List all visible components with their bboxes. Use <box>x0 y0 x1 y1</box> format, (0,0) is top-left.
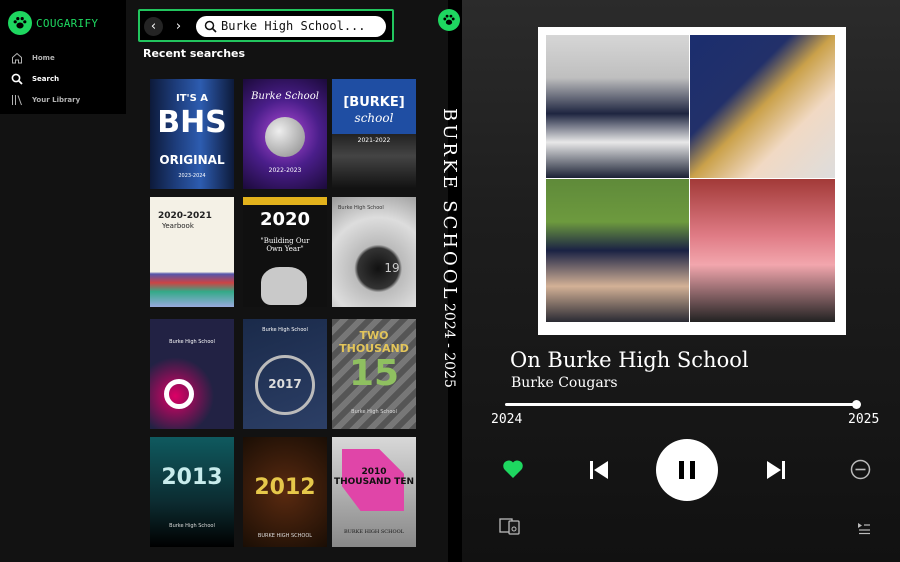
cover-line: 2013 <box>161 465 223 490</box>
cover-line: 15 <box>348 353 400 394</box>
cover-line: 2010 THOUSAND TEN <box>333 467 415 487</box>
chevron-left-icon: ‹ <box>150 19 157 34</box>
search-icon <box>204 20 217 33</box>
queue-icon <box>858 523 870 535</box>
cover-year: Burke High School <box>169 523 215 529</box>
search-input[interactable]: Burke High School... <box>196 16 386 37</box>
app-name: COUGARIFY <box>36 16 99 30</box>
logo-graphic <box>164 379 194 409</box>
search-bar: ‹ › Burke High School... <box>138 9 394 42</box>
cover-line: TWO THOUSAND <box>339 329 409 355</box>
cover-year: 2023-2024 <box>178 173 206 179</box>
artist-name[interactable]: Burke Cougars <box>511 375 618 391</box>
yearbook-cover-2010[interactable]: 2010 THOUSAND TEN BURKE HIGH SCHOOL <box>332 437 416 547</box>
cover-year: 2022-2023 <box>268 167 302 174</box>
yearbook-cover-2018[interactable]: Burke High School <box>150 319 234 429</box>
next-icon <box>767 461 785 479</box>
yearbook-cover-2020[interactable]: 2020 "Building Our Own Year" <box>243 197 327 307</box>
queue-button[interactable] <box>855 519 873 537</box>
moon-graphic <box>265 117 305 157</box>
pause-button[interactable] <box>656 439 718 501</box>
song-title: On Burke High School <box>510 348 749 372</box>
cover-line: "Building Our Own Year" <box>260 237 310 253</box>
remove-button[interactable] <box>849 458 871 480</box>
sidebar-item-label: Search <box>32 75 60 83</box>
devices-button[interactable] <box>499 516 521 536</box>
vertical-years: 2024 - 2025 <box>441 303 457 388</box>
back-button[interactable]: ‹ <box>144 17 163 36</box>
pause-icon <box>679 461 695 479</box>
progress-knob[interactable] <box>852 400 861 409</box>
forward-button[interactable]: › <box>169 17 188 36</box>
football-photo <box>546 179 689 322</box>
sidebar-item-label: Your Library <box>32 96 81 104</box>
cheerleaders-photo <box>546 35 689 178</box>
cover-line: 2012 <box>254 475 316 500</box>
sidebar-item-library[interactable]: Your Library <box>11 94 80 106</box>
cover-line: [BURKE] <box>343 95 405 110</box>
cougar-graphic <box>261 267 307 305</box>
album-art <box>538 27 846 335</box>
yearbook-cover-2013[interactable]: 2013 Burke High School <box>150 437 234 547</box>
sidebar-item-home[interactable]: Home <box>11 52 55 64</box>
devices-icon <box>499 518 520 535</box>
cover-line: ORIGINAL <box>159 153 225 167</box>
yearbook-cover-2021[interactable]: [BURKE] school 2021-2022 <box>332 79 416 189</box>
previous-button[interactable] <box>587 458 611 482</box>
app-window: COUGARIFY Home Search Your Library ‹ › B… <box>0 0 900 562</box>
sidebar-nav: COUGARIFY Home Search Your Library <box>0 0 126 114</box>
crowd-photo <box>690 179 835 322</box>
time-end: 2025 <box>848 412 880 427</box>
cover-line: school <box>354 111 394 125</box>
cover-year: 19 <box>384 261 400 275</box>
home-icon <box>12 52 22 64</box>
yearbook-cover-2019[interactable]: Burke High School 19 <box>332 197 416 307</box>
cover-line: Yearbook <box>162 222 194 230</box>
sidebar-item-search[interactable]: Search <box>11 73 59 85</box>
search-panel: ‹ › Burke High School... Recent searches… <box>126 0 448 562</box>
yearbook-cover-2012[interactable]: 2012 BURKE HIGH SCHOOL <box>243 437 327 547</box>
yearbook-cover-2022[interactable]: Burke School 2022-2023 <box>243 79 327 189</box>
cover-year: BURKE HIGH SCHOOL <box>343 529 405 535</box>
search-query: Burke High School... <box>221 19 366 33</box>
sidebar-item-label: Home <box>32 54 55 62</box>
previous-icon <box>590 461 608 479</box>
cover-line: BHS <box>157 105 227 140</box>
next-button[interactable] <box>764 458 788 482</box>
sidebar: COUGARIFY Home Search Your Library <box>0 0 126 562</box>
cover-line: 2020 <box>259 209 311 230</box>
paw-badge-icon[interactable] <box>438 9 460 31</box>
cover-year: Burke High School <box>351 409 397 415</box>
paw-logo-icon <box>8 11 32 35</box>
yearbook-cover-2015[interactable]: TWO THOUSAND 15 Burke High School <box>332 319 416 429</box>
recent-searches-heading: Recent searches <box>143 47 246 60</box>
cover-line: 2020-2021 <box>158 211 212 221</box>
cover-line: Burke School <box>251 91 319 102</box>
yearbook-cover-2017[interactable]: Burke High School 2017 <box>243 319 327 429</box>
like-button[interactable] <box>501 457 525 481</box>
library-icon <box>12 95 22 106</box>
photo-collage <box>546 35 835 322</box>
band-photo <box>690 35 835 178</box>
yearbook-cover-2023[interactable]: IT'S A BHS ORIGINAL 2023-2024 <box>150 79 234 189</box>
yearbook-cover-2020-2021[interactable]: 2020-2021 Yearbook <box>150 197 234 307</box>
vertical-title: BURKE SCHOOL <box>439 108 460 302</box>
remove-icon <box>850 459 870 479</box>
cover-line: Burke High School <box>262 327 308 333</box>
cover-line: Burke High School <box>338 205 384 211</box>
app-logo[interactable]: COUGARIFY <box>8 11 98 35</box>
progress-bar[interactable] <box>505 400 861 409</box>
cover-line: Burke High School <box>169 339 215 345</box>
heart-icon <box>503 460 523 478</box>
cover-year: 2021-2022 <box>357 137 391 144</box>
chevron-right-icon: › <box>175 19 182 34</box>
cover-year: BURKE HIGH SCHOOL <box>257 533 313 539</box>
cover-line: IT'S A <box>175 93 209 104</box>
cover-line: 2017 <box>268 377 302 391</box>
time-start: 2024 <box>491 412 523 427</box>
search-icon <box>11 73 23 85</box>
